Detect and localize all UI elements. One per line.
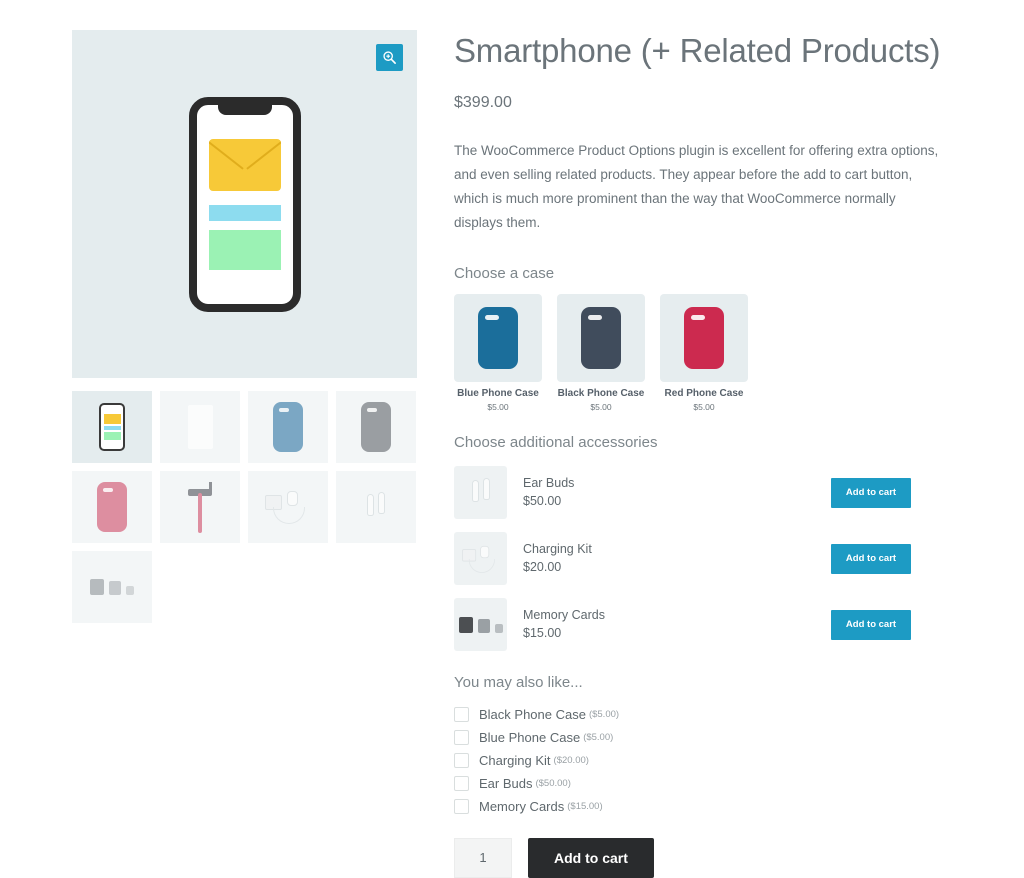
case-label: Blue Phone Case bbox=[457, 388, 539, 399]
thumbnail-charging-kit[interactable] bbox=[248, 471, 328, 543]
cyan-bar bbox=[208, 204, 281, 221]
case-price: $5.00 bbox=[590, 402, 612, 412]
accessory-price: $20.00 bbox=[523, 559, 562, 574]
black-case-icon bbox=[581, 307, 621, 369]
case-label: Black Phone Case bbox=[557, 388, 645, 399]
case-swatch-red[interactable] bbox=[660, 294, 748, 382]
accessory-name: Ear Buds bbox=[523, 475, 575, 490]
charging-kit-icon bbox=[461, 542, 500, 575]
case-option-blue[interactable]: Blue Phone Case $5.00 bbox=[454, 294, 542, 412]
case-swatch-blue[interactable] bbox=[454, 294, 542, 382]
checkbox-price: ($15.00) bbox=[567, 801, 603, 812]
pink-case-icon bbox=[97, 482, 127, 532]
product-price: $399.00 bbox=[454, 94, 512, 111]
checkbox-label: Memory Cards bbox=[479, 799, 565, 814]
thumbnail-blue-phone-case[interactable] bbox=[248, 391, 328, 463]
checkbox-charging-kit[interactable] bbox=[454, 753, 469, 768]
case-label: Red Phone Case bbox=[664, 388, 744, 399]
accessory-info: Memory Cards $15.00 bbox=[523, 607, 831, 643]
checkbox-label: Ear Buds bbox=[479, 776, 533, 791]
memory-cards-icon bbox=[458, 616, 503, 633]
thumbnail-grey-phone-case[interactable] bbox=[336, 391, 416, 463]
magnifier-plus-icon[interactable] bbox=[376, 44, 403, 71]
thumbnail-screen-protector[interactable] bbox=[160, 391, 240, 463]
also-like-list: Black Phone Case ($5.00) Blue Phone Case… bbox=[454, 703, 954, 818]
add-to-cart-button[interactable]: Add to cart bbox=[528, 838, 654, 878]
grey-case-icon bbox=[361, 402, 391, 452]
checkbox-price: ($5.00) bbox=[583, 732, 614, 743]
thumbnail-memory-cards[interactable] bbox=[72, 551, 152, 623]
accessory-list: Ear Buds $50.00 Add to cart Charging Kit… bbox=[454, 463, 954, 654]
checkbox-blue-phone-case[interactable] bbox=[454, 730, 469, 745]
checkbox-memory-cards[interactable] bbox=[454, 799, 469, 814]
checkbox-price: ($20.00) bbox=[553, 755, 589, 766]
checkbox-price: ($5.00) bbox=[588, 709, 620, 720]
product-gallery bbox=[72, 30, 417, 868]
checkbox-black-phone-case[interactable] bbox=[454, 707, 469, 722]
blue-case-icon bbox=[478, 307, 518, 369]
checkbox-price: ($50.00) bbox=[535, 778, 571, 789]
accessory-row-charging-kit: Charging Kit $20.00 Add to cart bbox=[454, 529, 954, 588]
accessory-info: Charging Kit $20.00 bbox=[523, 541, 831, 577]
screen-protector-icon bbox=[187, 405, 213, 449]
checkbox-row-memory-cards[interactable]: Memory Cards ($15.00) bbox=[454, 795, 954, 818]
page-title: Smartphone (+ Related Products) bbox=[454, 32, 941, 69]
envelope-icon bbox=[208, 138, 281, 191]
product-description: The WooCommerce Product Options plugin i… bbox=[454, 143, 939, 230]
case-option-black[interactable]: Black Phone Case $5.00 bbox=[557, 294, 645, 412]
add-to-cart-button-ear-buds[interactable]: Add to cart bbox=[831, 477, 911, 508]
memory-cards-icon bbox=[90, 579, 134, 595]
case-section-heading: Choose a case bbox=[454, 265, 555, 282]
case-price: $5.00 bbox=[487, 402, 509, 412]
smartphone-illustration bbox=[188, 96, 301, 312]
checkbox-label: Charging Kit bbox=[479, 753, 551, 768]
ear-buds-icon bbox=[466, 476, 496, 510]
checkbox-row-charging-kit[interactable]: Charging Kit ($20.00) bbox=[454, 749, 954, 772]
ear-buds-icon bbox=[361, 490, 391, 524]
case-option-red[interactable]: Red Phone Case $5.00 bbox=[660, 294, 748, 412]
add-to-cart-row: 1 Add to cart bbox=[454, 838, 954, 878]
accessories-section-heading: Choose additional accessories bbox=[454, 434, 658, 451]
accessory-name: Memory Cards bbox=[523, 607, 605, 622]
also-like-heading: You may also like... bbox=[454, 674, 583, 691]
thumbnail-selfie-stick[interactable] bbox=[160, 471, 240, 543]
accessory-thumbnail[interactable] bbox=[454, 466, 507, 519]
checkbox-row-blue-phone-case[interactable]: Blue Phone Case ($5.00) bbox=[454, 726, 954, 749]
main-product-image[interactable] bbox=[72, 30, 417, 378]
phone-notch bbox=[217, 103, 272, 115]
mini-smartphone-icon bbox=[99, 403, 125, 451]
accessory-row-ear-buds: Ear Buds $50.00 Add to cart bbox=[454, 463, 954, 522]
accessory-name: Charging Kit bbox=[523, 541, 592, 556]
product-page: Smartphone (+ Related Products) $399.00 … bbox=[0, 0, 1024, 878]
accessory-thumbnail[interactable] bbox=[454, 532, 507, 585]
case-price: $5.00 bbox=[693, 402, 715, 412]
accessory-thumbnail[interactable] bbox=[454, 598, 507, 651]
red-case-icon bbox=[684, 307, 724, 369]
thumbnail-strip bbox=[72, 391, 417, 623]
checkbox-row-ear-buds[interactable]: Ear Buds ($50.00) bbox=[454, 772, 954, 795]
add-to-cart-button-charging-kit[interactable]: Add to cart bbox=[831, 543, 911, 574]
thumbnail-pink-phone-case[interactable] bbox=[72, 471, 152, 543]
accessory-price: $15.00 bbox=[523, 625, 562, 640]
add-to-cart-button-memory-cards[interactable]: Add to cart bbox=[831, 609, 911, 640]
charging-kit-icon bbox=[265, 487, 311, 527]
accessory-row-memory-cards: Memory Cards $15.00 Add to cart bbox=[454, 595, 954, 654]
checkbox-label: Black Phone Case bbox=[479, 707, 586, 722]
checkbox-label: Blue Phone Case bbox=[479, 730, 581, 745]
checkbox-row-black-phone-case[interactable]: Black Phone Case ($5.00) bbox=[454, 703, 954, 726]
blue-case-icon bbox=[273, 402, 303, 452]
accessory-price: $50.00 bbox=[523, 493, 562, 508]
quantity-input[interactable]: 1 bbox=[454, 838, 512, 878]
thumbnail-smartphone-front[interactable] bbox=[72, 391, 152, 463]
accessory-info: Ear Buds $50.00 bbox=[523, 475, 831, 511]
green-block bbox=[208, 229, 281, 270]
selfie-stick-icon bbox=[183, 481, 217, 533]
checkbox-ear-buds[interactable] bbox=[454, 776, 469, 791]
case-swatch-black[interactable] bbox=[557, 294, 645, 382]
thumbnail-ear-buds[interactable] bbox=[336, 471, 416, 543]
case-options: Blue Phone Case $5.00 Black Phone Case $… bbox=[454, 294, 954, 412]
product-details: Smartphone (+ Related Products) $399.00 … bbox=[417, 30, 954, 878]
